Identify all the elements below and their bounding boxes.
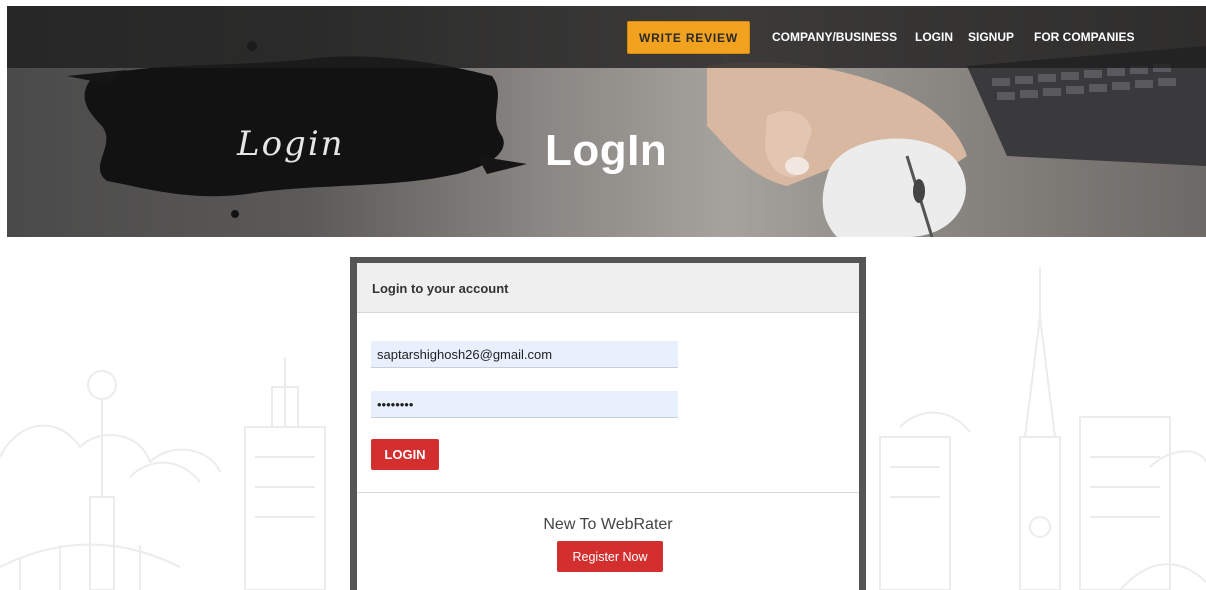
top-navigation-bar <box>7 6 1206 68</box>
nav-signup[interactable]: SIGNUP <box>968 30 1014 44</box>
hero-brush-text: Login <box>237 124 345 164</box>
login-card: Login to your account LOGIN New To WebRa… <box>350 257 866 590</box>
register-now-button[interactable]: Register Now <box>557 541 663 572</box>
nav-for-companies[interactable]: FOR COMPANIES <box>1034 30 1134 44</box>
card-divider <box>357 492 859 493</box>
page-title: LogIn <box>545 126 668 175</box>
login-card-title: Login to your account <box>372 281 509 296</box>
password-field[interactable] <box>371 391 678 418</box>
login-button[interactable]: LOGIN <box>371 439 439 470</box>
nav-company-business[interactable]: COMPANY/BUSINESS <box>772 30 897 44</box>
hero-banner: WRITE REVIEW COMPANY/BUSINESS LOGIN SIGN… <box>7 6 1206 237</box>
email-field[interactable] <box>371 341 678 368</box>
login-card-header: Login to your account <box>357 263 859 313</box>
write-review-button[interactable]: WRITE REVIEW <box>627 21 750 54</box>
nav-login[interactable]: LOGIN <box>915 30 953 44</box>
new-to-webrater-text: New To WebRater <box>543 516 673 533</box>
login-card-body: Login to your account LOGIN New To WebRa… <box>357 263 859 590</box>
